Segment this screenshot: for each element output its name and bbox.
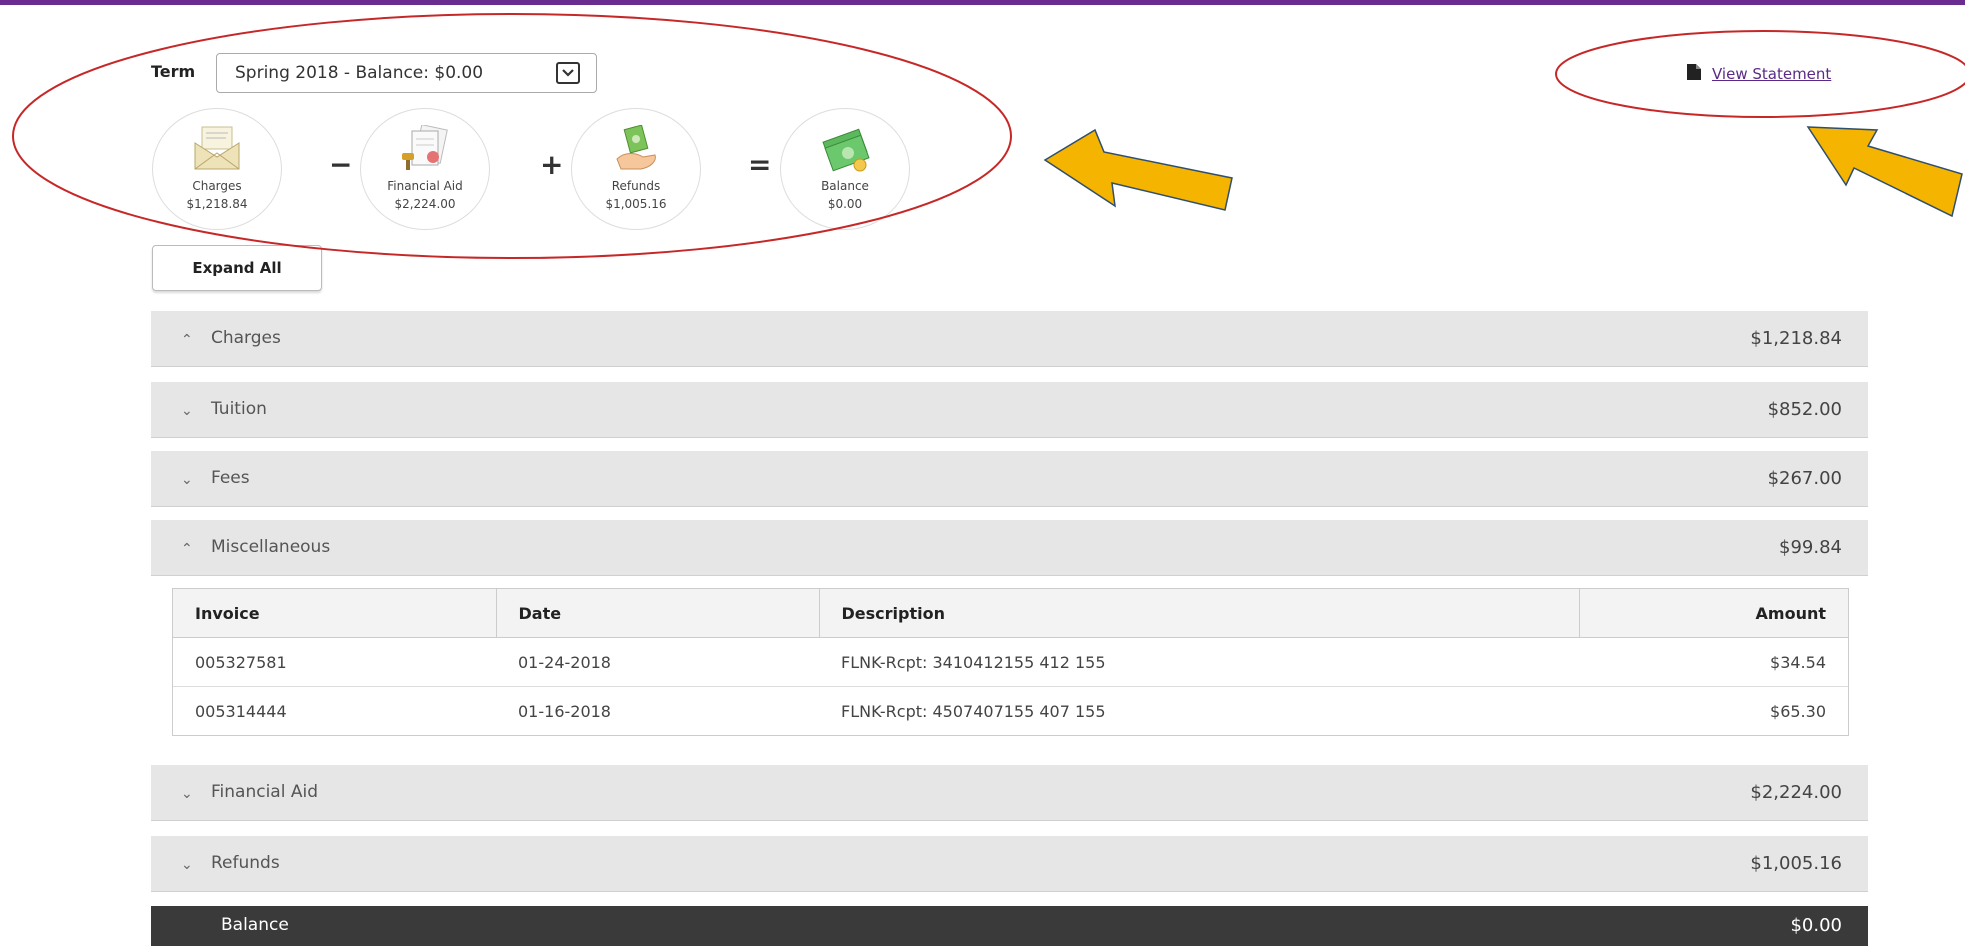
annotation-arrow [1043, 128, 1233, 211]
invoice-cell: 005327581 [173, 637, 496, 687]
miscellaneous-table: Invoice Date Description Amount 00532758… [172, 588, 1849, 736]
summary-amount: $1,005.16 [605, 197, 667, 211]
term-label: Term [151, 62, 196, 81]
amount-cell: $65.30 [1770, 701, 1826, 721]
amount-cell: $34.54 [1579, 637, 1848, 687]
table-row: 005327581 01-24-2018 FLNK-Rcpt: 34104121… [173, 637, 1848, 687]
date-cell: 01-16-2018 [518, 701, 611, 721]
section-financial-aid[interactable]: ⌄ Financial Aid $2,224.00 [151, 765, 1868, 821]
section-amount: $99.84 [1779, 537, 1842, 558]
money-hand-icon [611, 124, 661, 177]
equals-operator: = [748, 148, 772, 181]
section-tuition[interactable]: ⌄ Tuition $852.00 [151, 382, 1868, 438]
section-title: Tuition [211, 399, 267, 419]
section-title: Financial Aid [211, 782, 318, 802]
summary-amount: $2,224.00 [394, 197, 456, 211]
section-amount: $1,005.16 [1750, 853, 1842, 874]
section-fees[interactable]: ⌄ Fees $267.00 [151, 451, 1868, 507]
section-refunds[interactable]: ⌄ Refunds $1,005.16 [151, 836, 1868, 892]
description-cell: FLNK-Rcpt: 3410412155 412 155 [819, 637, 1579, 687]
term-selected-value: Spring 2018 - Balance: $0.00 [235, 63, 484, 83]
summary-label: Charges [192, 179, 242, 193]
chevron-down-icon: ⌄ [181, 857, 193, 873]
column-header-date[interactable]: Date [496, 589, 820, 638]
section-amount: $2,224.00 [1750, 782, 1842, 803]
summary-refunds: Refunds $1,005.16 [571, 108, 701, 230]
chevron-up-icon: ⌃ [181, 541, 193, 557]
summary-charges: Charges $1,218.84 [152, 108, 282, 230]
table-row: 005314444 01-16-2018 FLNK-Rcpt: 45074071… [173, 687, 1848, 736]
chevron-down-icon: ⌄ [181, 786, 193, 802]
chevron-up-icon: ⌃ [181, 332, 193, 348]
top-accent-bar [0, 0, 1965, 5]
section-title: Fees [211, 468, 250, 488]
section-amount: $1,218.84 [1750, 328, 1842, 349]
envelope-icon [192, 125, 242, 175]
invoice-cell: 005314444 [195, 701, 287, 721]
view-statement-link-group[interactable]: View Statement [1686, 63, 1831, 85]
section-title: Miscellaneous [211, 537, 331, 557]
summary-balance: Balance $0.00 [780, 108, 910, 230]
table-header-row: Invoice Date Description Amount [173, 589, 1848, 638]
cash-icon [818, 125, 872, 177]
balance-total-bar: Balance $0.00 [151, 906, 1868, 946]
section-miscellaneous[interactable]: ⌃ Miscellaneous $99.84 [151, 520, 1868, 576]
section-charges[interactable]: ⌃ Charges $1,218.84 [151, 311, 1868, 367]
date-cell: 01-24-2018 [496, 637, 819, 687]
summary-label: Refunds [611, 179, 661, 193]
description-cell: FLNK-Rcpt: 4507407155 407 155 [841, 701, 1106, 721]
annotation-arrow [1806, 126, 1963, 218]
minus-operator: − [329, 148, 353, 181]
document-icon [1686, 63, 1702, 85]
section-amount: $852.00 [1767, 399, 1842, 420]
column-header-description[interactable]: Description [819, 589, 1580, 638]
column-header-amount[interactable]: Amount [1579, 589, 1848, 638]
balance-title: Balance [221, 915, 289, 935]
plus-operator: + [540, 148, 564, 181]
balance-amount: $0.00 [1790, 915, 1842, 936]
section-title: Charges [211, 328, 281, 348]
expand-all-button[interactable]: Expand All [152, 245, 322, 291]
view-statement-link[interactable]: View Statement [1712, 65, 1831, 83]
chevron-down-icon: ⌄ [181, 403, 193, 419]
summary-amount: $1,218.84 [186, 197, 248, 211]
section-title: Refunds [211, 853, 280, 873]
summary-amount: $0.00 [827, 197, 863, 211]
column-header-invoice[interactable]: Invoice [173, 589, 497, 638]
section-amount: $267.00 [1767, 468, 1842, 489]
documents-icon [398, 124, 452, 177]
summary-label: Financial Aid [387, 179, 463, 193]
chevron-down-icon: ⌄ [181, 472, 193, 488]
chevron-down-icon[interactable] [556, 62, 580, 84]
summary-label: Balance [821, 179, 869, 193]
summary-financial-aid: Financial Aid $2,224.00 [360, 108, 490, 230]
term-dropdown[interactable]: Spring 2018 - Balance: $0.00 [216, 53, 597, 93]
